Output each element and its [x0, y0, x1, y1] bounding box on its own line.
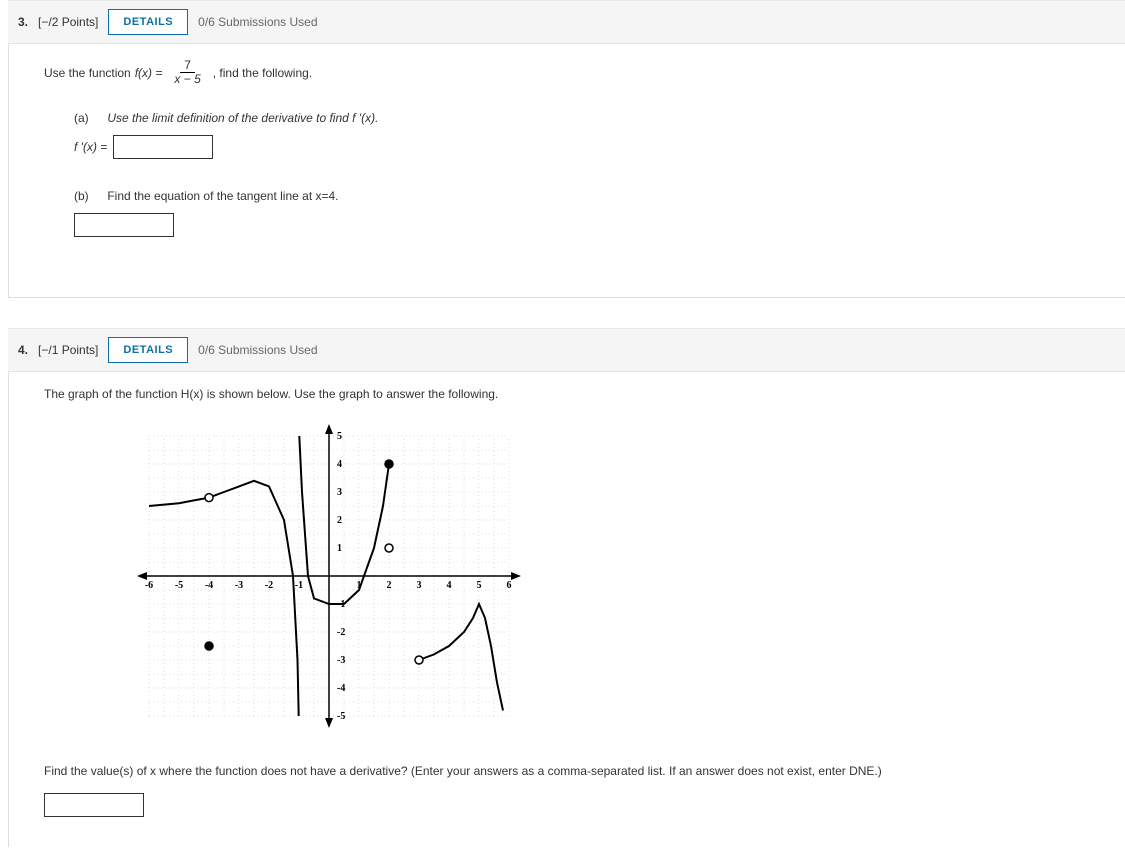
- question-4-answer-input[interactable]: [44, 793, 144, 817]
- part-b-answer-input[interactable]: [74, 213, 174, 237]
- question-3-header: 3. [−/2 Points] DETAILS 0/6 Submissions …: [8, 0, 1125, 44]
- question-4-points: [−/1 Points]: [38, 343, 98, 357]
- question-3-part-b: (b) Find the equation of the tangent lin…: [74, 189, 1110, 237]
- svg-text:3: 3: [417, 580, 422, 591]
- fraction-denominator: x − 5: [170, 73, 204, 86]
- svg-text:-6: -6: [145, 580, 153, 591]
- svg-text:5: 5: [477, 580, 482, 591]
- question-3-number: 3.: [18, 15, 28, 29]
- func-lhs: f(x) =: [135, 66, 163, 80]
- part-a-text: Use the limit definition of the derivati…: [107, 111, 378, 125]
- prompt-post: , find the following.: [213, 66, 312, 80]
- question-3-part-a: (a) Use the limit definition of the deri…: [74, 111, 1110, 159]
- question-3-details-button[interactable]: DETAILS: [108, 9, 188, 35]
- svg-text:4: 4: [337, 459, 342, 470]
- question-4-submissions: 0/6 Submissions Used: [198, 343, 317, 357]
- fraction-numerator: 7: [180, 59, 195, 73]
- function-graph: -6-5-4-3-2-1123456-5-4-3-2-112345: [124, 411, 534, 741]
- svg-text:4: 4: [447, 580, 452, 591]
- svg-text:-1: -1: [295, 580, 303, 591]
- svg-text:2: 2: [387, 580, 392, 591]
- question-4-followup: Find the value(s) of x where the functio…: [44, 764, 1110, 778]
- svg-text:-5: -5: [337, 711, 345, 722]
- svg-text:-2: -2: [265, 580, 273, 591]
- question-3-body: Use the function f(x) = 7 x − 5 , find t…: [8, 44, 1125, 297]
- part-b-label: (b): [74, 189, 104, 203]
- svg-text:5: 5: [337, 431, 342, 442]
- question-4-number: 4.: [18, 343, 28, 357]
- question-4-header: 4. [−/1 Points] DETAILS 0/6 Submissions …: [8, 328, 1125, 372]
- svg-text:-4: -4: [205, 580, 213, 591]
- fraction: 7 x − 5: [170, 59, 204, 86]
- question-4-prompt: The graph of the function H(x) is shown …: [44, 387, 1110, 401]
- svg-text:-3: -3: [235, 580, 243, 591]
- svg-text:-5: -5: [175, 580, 183, 591]
- svg-text:6: 6: [507, 580, 512, 591]
- svg-text:-4: -4: [337, 683, 345, 694]
- svg-text:2: 2: [337, 515, 342, 526]
- prompt-pre: Use the function: [44, 66, 131, 80]
- part-a-answer-input[interactable]: [113, 135, 213, 159]
- part-a-label: (a): [74, 111, 104, 125]
- question-3: 3. [−/2 Points] DETAILS 0/6 Submissions …: [8, 0, 1125, 298]
- part-b-text: Find the equation of the tangent line at…: [107, 189, 338, 203]
- svg-text:-2: -2: [337, 627, 345, 638]
- question-4: 4. [−/1 Points] DETAILS 0/6 Submissions …: [8, 328, 1125, 847]
- question-4-body: The graph of the function H(x) is shown …: [8, 372, 1125, 847]
- svg-text:1: 1: [337, 543, 342, 554]
- graph-container: -6-5-4-3-2-1123456-5-4-3-2-112345: [124, 411, 1110, 744]
- question-4-details-button[interactable]: DETAILS: [108, 337, 188, 363]
- svg-text:-3: -3: [337, 655, 345, 666]
- question-3-points: [−/2 Points]: [38, 15, 98, 29]
- svg-text:3: 3: [337, 487, 342, 498]
- part-a-answer-label: f '(x) =: [74, 140, 107, 154]
- question-3-prompt: Use the function f(x) = 7 x − 5 , find t…: [44, 59, 1110, 86]
- question-3-submissions: 0/6 Submissions Used: [198, 15, 317, 29]
